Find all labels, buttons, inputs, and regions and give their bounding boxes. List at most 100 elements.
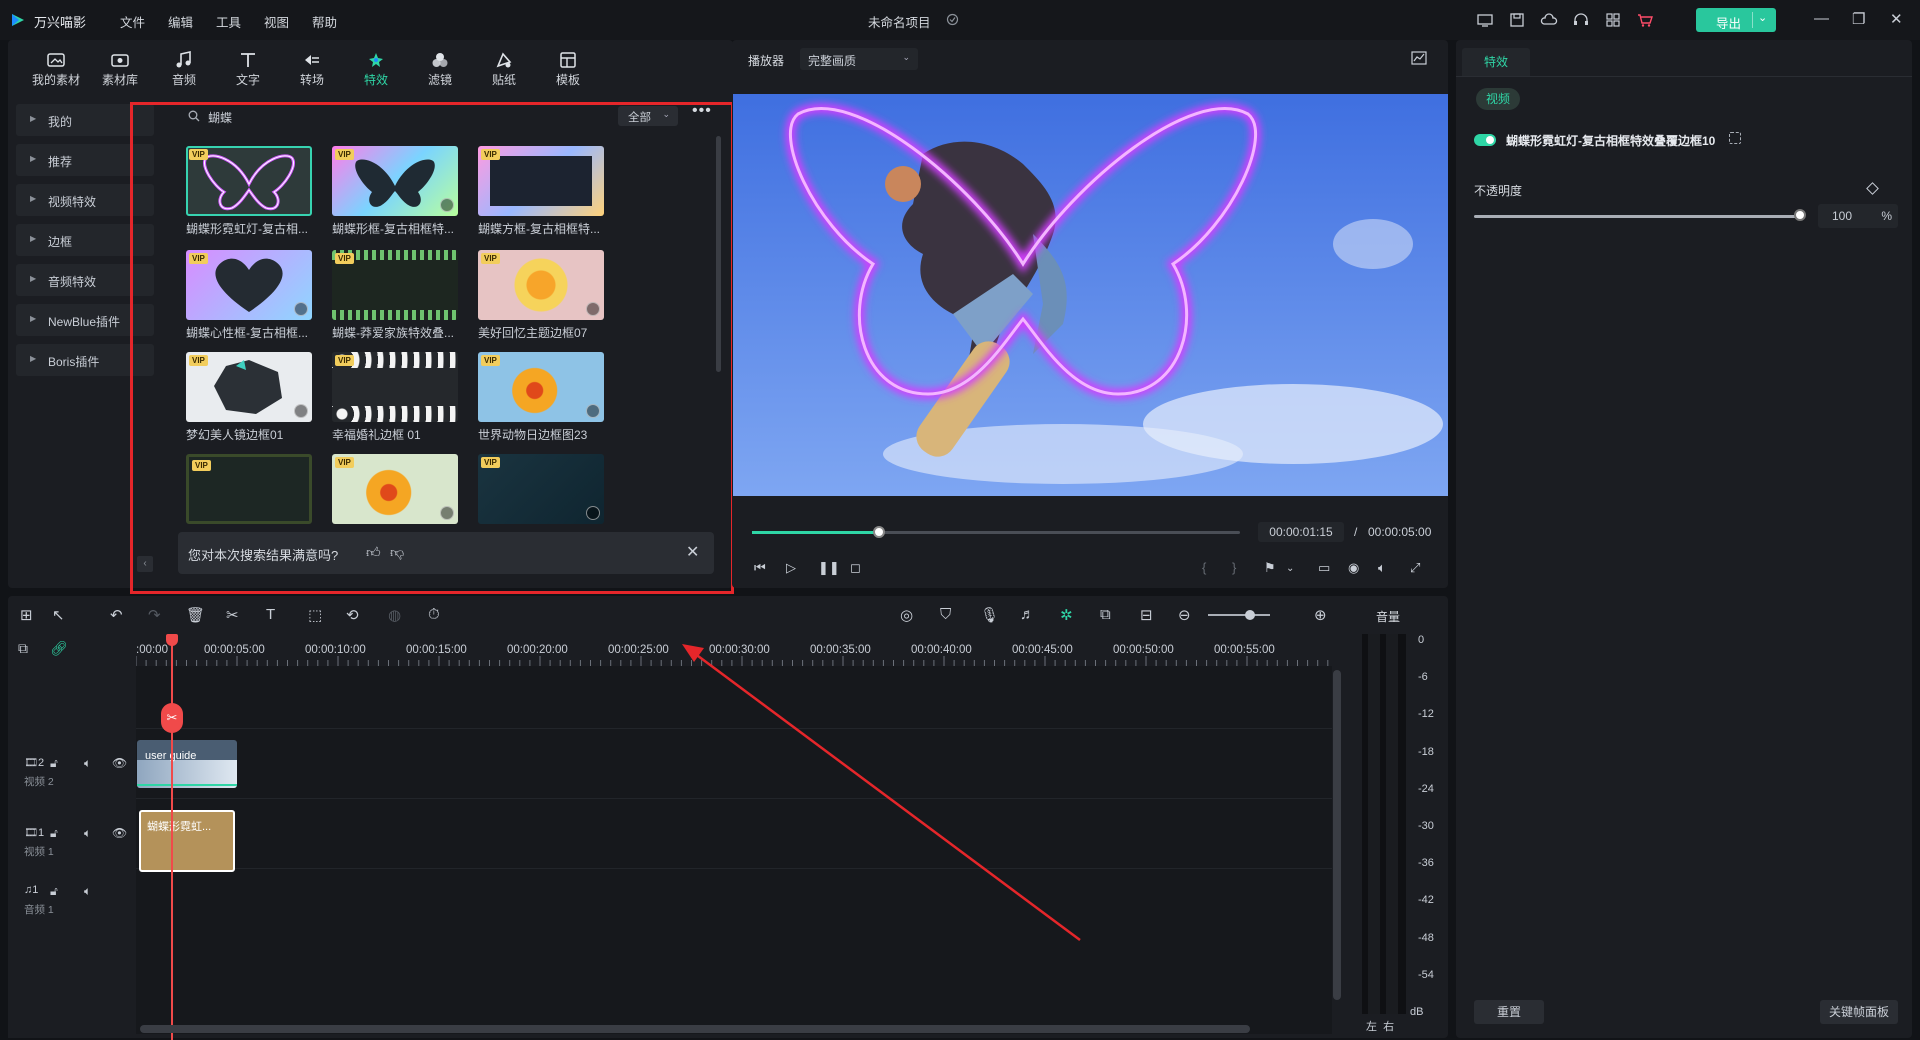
cart-icon[interactable] xyxy=(1636,12,1654,28)
meter-label: -30 xyxy=(1418,820,1434,832)
zoom-handle[interactable] xyxy=(1245,610,1255,620)
tab-text[interactable]: 文字 xyxy=(218,46,278,94)
redo-icon[interactable]: ↷ xyxy=(148,606,161,624)
link-icon[interactable]: 🔗︎ xyxy=(50,640,68,657)
cloud-icon[interactable] xyxy=(1540,12,1558,28)
tab-audio[interactable]: 音频 xyxy=(154,46,214,94)
add-track-icon[interactable]: ⧉ xyxy=(18,640,28,657)
snapshot-icon[interactable]: ◉ xyxy=(1348,560,1359,576)
export-button[interactable]: 导出 ⌄ xyxy=(1696,8,1776,32)
reset-button[interactable]: 重置 xyxy=(1474,1000,1544,1024)
display-icon[interactable]: ▭ xyxy=(1318,560,1330,576)
timer-icon[interactable]: ⏱︎ xyxy=(428,606,440,623)
track-header-audio1: ♫1 音频 1 xyxy=(24,884,54,916)
mark-out-icon[interactable]: } xyxy=(1232,560,1236,575)
lock-icon[interactable]: 🔓︎ xyxy=(50,884,58,899)
video-clip[interactable]: user guide xyxy=(137,740,237,788)
tab-my-media[interactable]: 我的素材 xyxy=(26,46,86,94)
split-icon[interactable]: ✂ xyxy=(226,606,239,624)
lock-icon[interactable]: 🔓︎ xyxy=(50,756,58,771)
text-tool-icon[interactable]: T xyxy=(266,606,275,623)
lock-icon[interactable]: 🔓︎ xyxy=(50,826,58,841)
playback-progress[interactable] xyxy=(752,526,1240,538)
tab-library[interactable]: 素材库 xyxy=(90,46,150,94)
current-time[interactable]: 00:00:01:15 xyxy=(1258,522,1344,542)
layout-icon[interactable]: ⊞ xyxy=(20,606,33,624)
project-title: 未命名项目 xyxy=(868,16,931,30)
audio-mix-icon[interactable]: ♬ xyxy=(1020,606,1035,623)
video-preview[interactable] xyxy=(733,94,1448,496)
tab-effect-properties[interactable]: 特效 xyxy=(1462,48,1530,76)
tab-transition[interactable]: 转场 xyxy=(282,46,342,94)
ai-icon[interactable]: ✲ xyxy=(1060,606,1073,624)
eye-icon[interactable]: 👁︎ xyxy=(112,826,127,840)
mute-icon[interactable]: 🔈︎ xyxy=(84,826,91,841)
chevron-down-icon[interactable]: ⌄ xyxy=(1286,563,1294,574)
quality-dropdown[interactable]: 完整画质 ⌄ xyxy=(800,48,918,70)
prev-frame-icon[interactable]: ⏮︎ xyxy=(754,560,766,576)
scope-icon[interactable] xyxy=(1410,50,1428,66)
select-tool-icon[interactable]: ↖ xyxy=(52,606,65,624)
opacity-input[interactable]: 100% xyxy=(1818,204,1898,228)
track-area[interactable] xyxy=(136,666,1332,1034)
playhead-line[interactable] xyxy=(171,636,173,1040)
effect-settings-icon[interactable] xyxy=(1729,132,1741,144)
monitor-icon[interactable] xyxy=(1476,12,1494,28)
zoom-out-icon[interactable]: ⊖ xyxy=(1178,606,1191,624)
progress-handle[interactable] xyxy=(872,526,885,538)
speed-icon[interactable]: ⟲ xyxy=(346,606,359,624)
play-icon[interactable]: ▷ xyxy=(786,560,796,576)
track-header-video2: 🎞︎2 视频 2 xyxy=(24,756,54,788)
marker-icon[interactable]: ⚑ xyxy=(1264,560,1276,576)
mute-icon[interactable]: 🔈︎ xyxy=(84,884,91,899)
zoom-in-icon[interactable]: ⊕ xyxy=(1314,606,1327,624)
tab-stickers[interactable]: 贴纸 xyxy=(474,46,534,94)
tab-label: 模板 xyxy=(555,73,580,87)
minimize-icon[interactable]: — xyxy=(1814,10,1829,27)
effect-clip[interactable]: 蝴蝶形霓虹... xyxy=(139,810,235,872)
opacity-slider-handle[interactable] xyxy=(1794,209,1806,221)
color-icon[interactable]: ◍ xyxy=(388,606,401,624)
timeline-horizontal-scrollbar[interactable] xyxy=(140,1025,1250,1033)
chevron-down-icon[interactable]: ⌄ xyxy=(1758,11,1767,24)
fullscreen-icon[interactable]: ⤢ xyxy=(1410,560,1420,576)
close-icon[interactable]: ✕ xyxy=(1890,10,1903,28)
timeline-vertical-scrollbar[interactable] xyxy=(1333,670,1341,1000)
track-divider xyxy=(136,728,1332,729)
playhead-handle[interactable] xyxy=(166,634,178,646)
opacity-slider[interactable] xyxy=(1474,215,1800,218)
menu-file[interactable]: 文件 xyxy=(120,12,145,31)
volume-icon[interactable]: 🔈︎ xyxy=(1378,560,1386,576)
headset-icon[interactable] xyxy=(1572,12,1590,28)
mute-icon[interactable]: 🔈︎ xyxy=(84,756,91,771)
save-icon[interactable] xyxy=(1508,12,1526,28)
shield-icon[interactable]: ⛉ xyxy=(940,606,951,623)
restore-icon[interactable]: ❐ xyxy=(1852,10,1865,28)
effect-enable-toggle[interactable] xyxy=(1474,134,1496,146)
fit-icon[interactable]: ⊟ xyxy=(1140,606,1153,624)
tab-templates[interactable]: 模板 xyxy=(538,46,598,94)
meter-title[interactable]: 音量 xyxy=(1376,608,1400,625)
subtab-video[interactable]: 视频 xyxy=(1476,88,1520,110)
mark-in-icon[interactable]: { xyxy=(1202,560,1206,575)
screen-icon[interactable]: ⧉ xyxy=(1100,606,1111,623)
render-icon[interactable]: ◎ xyxy=(900,606,913,624)
delete-icon[interactable]: 🗑︎ xyxy=(186,606,205,624)
total-time: 00:00:05:00 xyxy=(1368,525,1432,539)
menu-view[interactable]: 视图 xyxy=(264,12,289,31)
scissor-split-icon[interactable]: ✂ xyxy=(161,703,183,733)
pause-icon[interactable]: ❚❚ xyxy=(818,560,840,576)
zoom-slider[interactable] xyxy=(1208,614,1270,616)
keyframe-panel-button[interactable]: 关键帧面板 xyxy=(1820,1000,1898,1024)
stop-icon[interactable]: ◻ xyxy=(850,560,861,576)
grid-icon[interactable] xyxy=(1604,12,1622,28)
mic-icon[interactable]: 🎙︎ xyxy=(980,606,999,624)
eye-icon[interactable]: 👁︎ xyxy=(112,756,127,770)
menu-edit[interactable]: 编辑 xyxy=(168,12,193,31)
menu-help[interactable]: 帮助 xyxy=(312,12,337,31)
tab-effects[interactable]: 特效 xyxy=(346,46,406,94)
undo-icon[interactable]: ↶ xyxy=(110,606,123,624)
menu-tools[interactable]: 工具 xyxy=(216,12,241,31)
crop-icon[interactable]: ⬚ xyxy=(308,606,322,624)
tab-filters[interactable]: 滤镜 xyxy=(410,46,470,94)
